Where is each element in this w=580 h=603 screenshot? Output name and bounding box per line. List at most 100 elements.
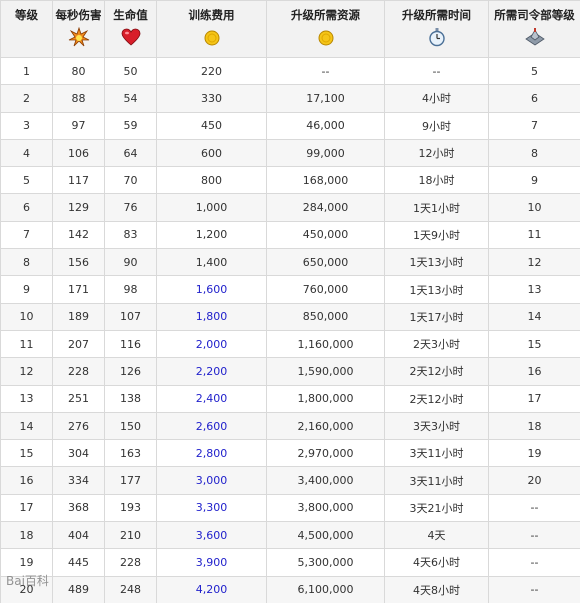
stopwatch-icon [428,28,445,47]
cell-hq-level: 17 [488,384,580,413]
cell-upgrade-cost: 3,800,000 [266,493,385,523]
cell-training-cost: 1,200 [156,220,267,250]
cell-upgrade-time: 3天3小时 [384,411,489,441]
cell-level: 2 [0,84,53,113]
cell-upgrade-cost: 4,500,000 [266,521,385,550]
cell-dps: 129 [52,193,105,222]
table-row: 18 404 210 3,600 4,500,000 4天 -- [0,521,580,550]
header-row: 等级 每秒伤害 生命值 训练费用 升级所需资源 升级所需时间 所需司令部等级 [0,0,580,58]
table-row: 13 251 138 2,400 1,800,000 2天12小时 17 [0,384,580,413]
cell-dps: 445 [52,548,105,577]
cell-upgrade-time: 1天13小时 [384,275,489,304]
cell-training-cost: 2,600 [156,411,267,441]
cell-upgrade-time: 2天12小时 [384,384,489,413]
cell-upgrade-cost: 1,800,000 [266,384,385,413]
header-label: 所需司令部等级 [494,8,575,22]
cell-hq-level: 8 [488,138,580,168]
table-row: 16 334 177 3,000 3,400,000 3天11小时 20 [0,466,580,495]
cell-level: 4 [0,138,53,168]
cell-hp: 163 [104,439,157,468]
cell-hq-level: 20 [488,466,580,495]
cell-upgrade-cost: 5,300,000 [266,548,385,577]
cell-hp: 228 [104,548,157,577]
cell-training-cost: 3,900 [156,548,267,577]
cell-upgrade-time: 4天 [384,521,489,550]
cell-upgrade-time: 2天12小时 [384,357,489,386]
cell-hq-level: 15 [488,329,580,359]
cell-upgrade-time: 12小时 [384,138,489,168]
cell-hq-level: 16 [488,357,580,386]
cell-upgrade-cost: 1,590,000 [266,357,385,386]
gold-coin-icon [318,30,333,46]
cell-training-cost: 2,800 [156,439,267,468]
cell-hp: 70 [104,166,157,195]
cell-dps: 404 [52,521,105,550]
cell-training-cost: 1,800 [156,302,267,331]
header-label: 升级所需资源 [291,8,360,22]
cell-level: 17 [0,493,53,523]
cell-upgrade-time: 4天8小时 [384,575,489,603]
cell-hp: 138 [104,384,157,413]
cell-hq-level: 5 [488,56,580,86]
cell-upgrade-cost: 6,100,000 [266,575,385,603]
cell-training-cost: 3,600 [156,521,267,550]
table-row: 12 228 126 2,200 1,590,000 2天12小时 16 [0,357,580,386]
cell-upgrade-time: 18小时 [384,166,489,195]
cell-level: 6 [0,193,53,222]
cell-upgrade-cost: 2,970,000 [266,439,385,468]
headquarters-icon [524,28,545,46]
cell-hq-level: -- [488,493,580,523]
cell-hq-level: 18 [488,411,580,441]
cell-hp: 116 [104,329,157,359]
cell-training-cost: 2,200 [156,357,267,386]
cell-dps: 334 [52,466,105,495]
cell-hq-level: 14 [488,302,580,331]
cell-hp: 83 [104,220,157,250]
header-label: 训练费用 [188,8,235,22]
cell-hp: 50 [104,56,157,86]
cell-training-cost: 600 [156,138,267,168]
cell-level: 7 [0,220,53,250]
cell-upgrade-cost: 3,400,000 [266,466,385,495]
header-hq-level: 所需司令部等级 [488,0,580,58]
cell-upgrade-cost: 46,000 [266,111,385,140]
cell-level: 12 [0,357,53,386]
cell-upgrade-time: 3天11小时 [384,466,489,495]
header-label: 生命值 [113,8,148,22]
explosion-icon [68,27,89,47]
cell-training-cost: 220 [156,56,267,86]
cell-level: 9 [0,275,53,304]
cell-training-cost: 4,200 [156,575,267,603]
table-row: 4 106 64 600 99,000 12小时 8 [0,138,580,168]
cell-training-cost: 2,000 [156,329,267,359]
cell-dps: 251 [52,384,105,413]
cell-hq-level: 7 [488,111,580,140]
cell-upgrade-cost: 17,100 [266,84,385,113]
cell-hp: 210 [104,521,157,550]
heart-icon [121,28,140,46]
table-row: 7 142 83 1,200 450,000 1天9小时 11 [0,220,580,250]
cell-upgrade-cost: 850,000 [266,302,385,331]
cell-hp: 126 [104,357,157,386]
cell-upgrade-cost: 760,000 [266,275,385,304]
cell-dps: 97 [52,111,105,140]
cell-hp: 59 [104,111,157,140]
header-level: 等级 [0,0,53,58]
cell-hp: 64 [104,138,157,168]
cell-hq-level: 13 [488,275,580,304]
cell-level: 15 [0,439,53,468]
header-upgrade-time: 升级所需时间 [384,0,489,58]
cell-dps: 189 [52,302,105,331]
gold-coin-icon [204,30,219,46]
cell-hq-level: 10 [488,193,580,222]
cell-training-cost: 450 [156,111,267,140]
cell-hp: 177 [104,466,157,495]
table-row: 6 129 76 1,000 284,000 1天1小时 10 [0,193,580,222]
header-label: 升级所需时间 [402,8,471,22]
cell-hp: 193 [104,493,157,523]
cell-hp: 98 [104,275,157,304]
cell-level: 13 [0,384,53,413]
cell-hp: 76 [104,193,157,222]
cell-upgrade-time: 1天1小时 [384,193,489,222]
header-hp: 生命值 [104,0,157,58]
